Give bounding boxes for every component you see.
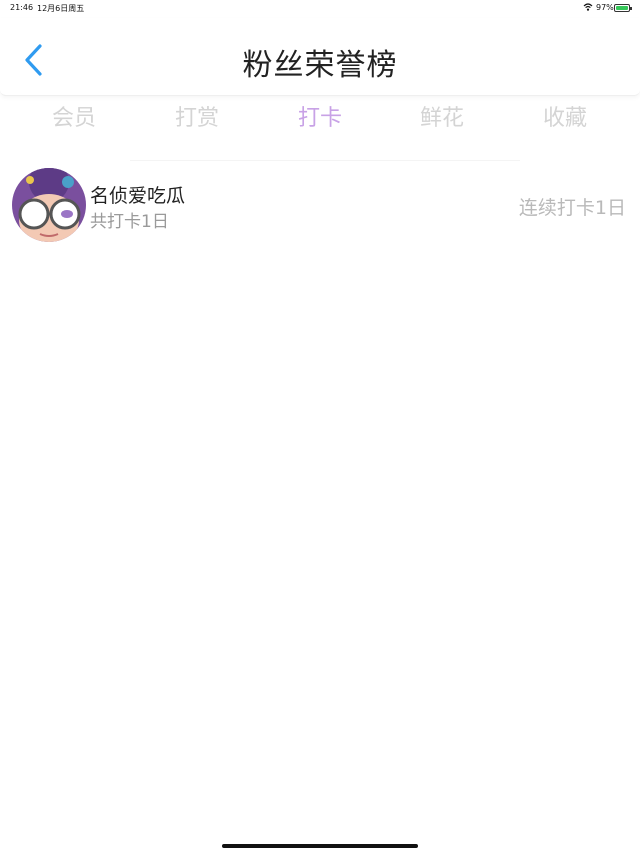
tab-flowers[interactable]: 鲜花 <box>392 100 492 132</box>
tab-checkin[interactable]: 打卡 <box>270 100 370 132</box>
user-avatar-icon <box>12 168 86 242</box>
status-time: 21:46 <box>10 3 34 12</box>
list-item[interactable]: 名侦爱吃瓜 共打卡1日 连续打卡1日 <box>0 166 640 246</box>
tab-divider <box>130 160 520 161</box>
total-checkin-days: 共打卡1日 <box>90 212 169 232</box>
battery-nub <box>630 7 632 10</box>
wifi-icon <box>583 3 593 11</box>
battery-fill <box>616 6 628 10</box>
battery-icon <box>614 4 632 12</box>
tab-favorites[interactable]: 收藏 <box>515 100 615 132</box>
nav-bar: 粉丝荣誉榜 <box>0 18 640 96</box>
user-name: 名侦爱吃瓜 <box>90 185 186 207</box>
status-bar: 21:46 12月6日周五 97% <box>0 0 640 16</box>
battery-percent: 97% <box>596 3 614 12</box>
status-date: 12月6日周五 <box>37 4 85 13</box>
streak-checkin-days: 连续打卡1日 <box>518 197 626 219</box>
home-indicator[interactable] <box>222 844 418 848</box>
tab-bar: 会员 打赏 打卡 鲜花 收藏 <box>0 100 640 134</box>
tab-reward[interactable]: 打赏 <box>147 100 247 132</box>
tab-member[interactable]: 会员 <box>24 100 124 132</box>
page-title: 粉丝荣誉榜 <box>242 48 398 83</box>
